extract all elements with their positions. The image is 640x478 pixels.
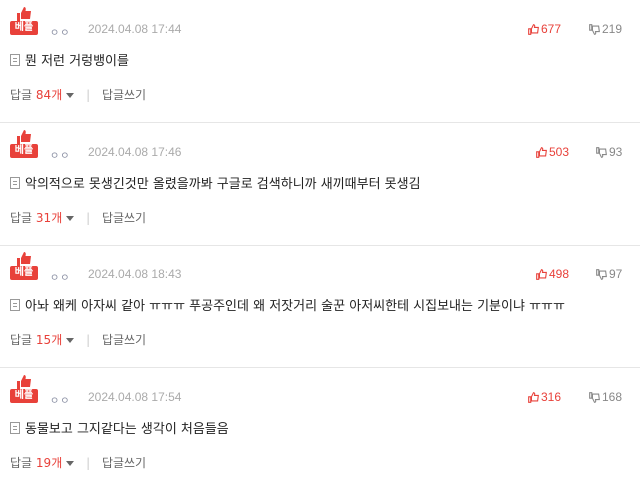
reply-count: 15개 xyxy=(35,333,63,347)
like-count: 503 xyxy=(549,145,570,159)
like-button[interactable]: 677 xyxy=(528,22,561,36)
best-badge: 베플 xyxy=(10,130,38,160)
comment-body: 동물보고 그지같다는 생각이 처음들음 xyxy=(25,422,229,437)
reply-label: 답글 xyxy=(10,333,33,347)
separator: | xyxy=(86,333,91,347)
document-icon xyxy=(10,299,20,311)
caret-down-icon xyxy=(66,216,75,221)
reply-toggle[interactable]: 답글 31개 xyxy=(10,211,75,225)
thumbs-down-icon xyxy=(589,392,600,403)
thumbs-down-icon xyxy=(589,24,600,35)
author-name[interactable]: ㅇㅇ xyxy=(50,24,70,39)
best-badge: 베플 xyxy=(10,7,38,37)
comment-body: 아놔 왜케 아자씨 같아 ㅠㅠㅠ 푸공주인데 왜 저잣거리 술꾼 아저씨한테 시… xyxy=(25,299,565,314)
author-name[interactable]: ㅇㅇ xyxy=(50,147,70,162)
comment-text: 뭔 저런 거렁뱅이를 xyxy=(10,50,129,69)
comment-text: 아놔 왜케 아자씨 같아 ㅠㅠㅠ 푸공주인데 왜 저잣거리 술꾼 아저씨한테 시… xyxy=(10,295,565,314)
author-name[interactable]: ㅇㅇ xyxy=(50,269,70,284)
comment-item: 베플 ㅇㅇ 2024.04.08 18:43 498 97 아놔 왜케 아자씨 … xyxy=(0,245,640,368)
dislike-count: 168 xyxy=(602,390,623,404)
comment-footer: 답글 31개 | 답글쓰기 xyxy=(10,209,146,226)
reply-toggle[interactable]: 답글 19개 xyxy=(10,456,75,470)
comment-body: 뭔 저런 거렁뱅이를 xyxy=(25,54,129,69)
comment-item: 베플 ㅇㅇ 2024.04.08 17:54 316 168 동물보고 그지같다… xyxy=(0,368,640,478)
reply-label: 답글 xyxy=(10,456,33,470)
comment-date: 2024.04.08 17:44 xyxy=(88,22,182,36)
write-reply-link[interactable]: 답글쓰기 xyxy=(102,333,146,347)
dislike-button[interactable]: 168 xyxy=(589,390,622,404)
reply-toggle[interactable]: 답글 15개 xyxy=(10,333,75,347)
write-reply-link[interactable]: 답글쓰기 xyxy=(102,211,146,225)
dislike-button[interactable]: 219 xyxy=(589,22,622,36)
dislike-count: 93 xyxy=(609,145,623,159)
comment-item: 베플 ㅇㅇ 2024.04.08 17:44 677 219 뭔 저런 거렁뱅이… xyxy=(0,0,640,123)
best-badge: 베플 xyxy=(10,375,38,405)
comment-text: 동물보고 그지같다는 생각이 처음들음 xyxy=(10,418,229,437)
dislike-count: 219 xyxy=(602,22,623,36)
best-badge-label: 베플 xyxy=(10,144,38,158)
like-button[interactable]: 498 xyxy=(536,267,569,281)
reply-label: 답글 xyxy=(10,211,33,225)
reply-count: 31개 xyxy=(35,211,63,225)
reply-count: 84개 xyxy=(35,88,63,102)
thumbs-down-icon xyxy=(596,269,607,280)
like-button[interactable]: 316 xyxy=(528,390,561,404)
author-name[interactable]: ㅇㅇ xyxy=(50,392,70,407)
like-count: 498 xyxy=(549,267,570,281)
document-icon xyxy=(10,54,20,66)
write-reply-link[interactable]: 답글쓰기 xyxy=(102,456,146,470)
separator: | xyxy=(86,456,91,470)
dislike-count: 97 xyxy=(609,267,623,281)
comment-date: 2024.04.08 17:54 xyxy=(88,390,182,404)
comment-footer: 답글 15개 | 답글쓰기 xyxy=(10,331,146,348)
thumbs-up-icon xyxy=(17,130,31,144)
reply-toggle[interactable]: 답글 84개 xyxy=(10,88,75,102)
dislike-button[interactable]: 93 xyxy=(596,145,622,159)
thumbs-up-icon xyxy=(17,7,31,21)
document-icon xyxy=(10,177,20,189)
like-count: 316 xyxy=(541,390,562,404)
separator: | xyxy=(86,88,91,102)
best-badge-label: 베플 xyxy=(10,266,38,280)
separator: | xyxy=(86,211,91,225)
comment-body: 악의적으로 못생긴것만 올렸을까봐 구글로 검색하니까 새끼때부터 못생김 xyxy=(25,177,421,192)
reply-label: 답글 xyxy=(10,88,33,102)
comment-footer: 답글 84개 | 답글쓰기 xyxy=(10,86,146,103)
comment-footer: 답글 19개 | 답글쓰기 xyxy=(10,454,146,471)
comment-date: 2024.04.08 18:43 xyxy=(88,267,182,281)
best-badge-label: 베플 xyxy=(10,389,38,403)
thumbs-down-icon xyxy=(596,147,607,158)
document-icon xyxy=(10,422,20,434)
like-count: 677 xyxy=(541,22,562,36)
thumbs-up-icon xyxy=(536,269,547,280)
thumbs-up-icon xyxy=(528,392,539,403)
thumbs-up-icon xyxy=(17,252,31,266)
caret-down-icon xyxy=(66,338,75,343)
write-reply-link[interactable]: 답글쓰기 xyxy=(102,88,146,102)
thumbs-up-icon xyxy=(536,147,547,158)
comment-date: 2024.04.08 17:46 xyxy=(88,145,182,159)
caret-down-icon xyxy=(66,93,75,98)
best-badge: 베플 xyxy=(10,252,38,282)
best-comment-list: 베플 ㅇㅇ 2024.04.08 17:44 677 219 뭔 저런 거렁뱅이… xyxy=(0,0,640,478)
reply-count: 19개 xyxy=(35,456,63,470)
comment-item: 베플 ㅇㅇ 2024.04.08 17:46 503 93 악의적으로 못생긴것… xyxy=(0,123,640,246)
comment-text: 악의적으로 못생긴것만 올렸을까봐 구글로 검색하니까 새끼때부터 못생김 xyxy=(10,173,421,192)
caret-down-icon xyxy=(66,461,75,466)
like-button[interactable]: 503 xyxy=(536,145,569,159)
best-badge-label: 베플 xyxy=(10,21,38,35)
thumbs-up-icon xyxy=(528,24,539,35)
dislike-button[interactable]: 97 xyxy=(596,267,622,281)
thumbs-up-icon xyxy=(17,375,31,389)
